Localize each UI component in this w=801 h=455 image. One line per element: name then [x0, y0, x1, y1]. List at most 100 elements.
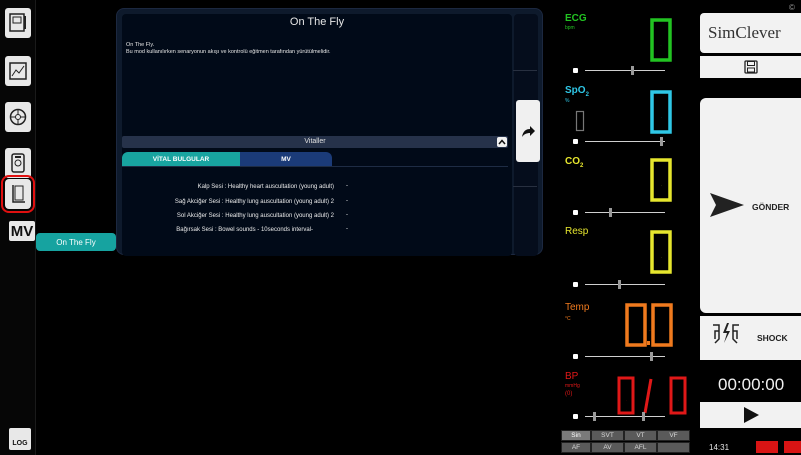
vitals-section-header[interactable]: Vitaller [122, 136, 508, 148]
finding-row: Bağırsak Sesi : Bowel sounds - 10seconds… [110, 226, 313, 234]
bp-value-display: 0 / 0 [617, 376, 687, 415]
finding-value: - [346, 212, 348, 218]
send-label: GÖNDER [752, 202, 790, 212]
left-sidebar: MV LOG [0, 0, 36, 455]
ecg-slider-thumb[interactable] [631, 66, 634, 75]
chart-scene-icon [9, 62, 27, 80]
temp-value: 0,0 [649, 330, 651, 332]
log-button[interactable]: LOG [9, 428, 31, 450]
ecg-value-display: 0 [650, 18, 672, 62]
spo2-value-display: 0 [650, 90, 672, 134]
finding-row: Sağ Akciğer Sesi : Healthy lung ausculta… [110, 198, 334, 206]
finding-label: Sol Akciğer Sesi : Healthy lung ausculta… [176, 213, 334, 219]
co2-value: 0 [661, 185, 662, 187]
floppy-save-icon [743, 60, 758, 74]
patient-monitor-button[interactable] [5, 8, 31, 38]
bp-mean: (0) [565, 391, 573, 397]
temp-label: Temp [565, 302, 590, 313]
play-icon [743, 407, 759, 423]
tablet-icon [12, 185, 25, 203]
resp-slider-thumb[interactable] [618, 280, 621, 289]
rhythm-vf[interactable]: VF [657, 430, 690, 441]
bp-unit: mmHg [565, 383, 580, 389]
alarm-indicator[interactable] [756, 441, 778, 453]
bp-diastolic-value: 0 [678, 400, 679, 402]
copyright-mark: © [789, 3, 795, 12]
co2-slider-min [573, 210, 578, 215]
play-button[interactable] [700, 402, 801, 428]
finding-value: - [346, 183, 348, 189]
temp-unit: °C [565, 316, 571, 322]
wheel-icon [9, 108, 27, 126]
co2-label: CO2 [565, 156, 584, 169]
mode-tab-on-the-fly[interactable]: On The Fly [36, 233, 116, 251]
ecg-unit: bpm [565, 25, 575, 31]
co2-slider-thumb[interactable] [609, 208, 612, 217]
temp-slider-min [573, 354, 578, 359]
resp-slider-min [573, 282, 578, 287]
forward-button[interactable] [516, 100, 540, 162]
tab-underline [122, 166, 508, 167]
settings-wheel-button[interactable] [5, 102, 31, 132]
device-button[interactable] [5, 148, 31, 178]
ecg-slider-track[interactable] [585, 70, 665, 71]
tab-mv[interactable]: MV [240, 152, 332, 166]
chevron-up-icon [498, 139, 506, 145]
co2-slider-track[interactable] [585, 212, 665, 213]
collapse-toggle[interactable] [497, 137, 507, 147]
spo2-secondary-display [575, 110, 585, 132]
bp-slider-track[interactable] [585, 416, 665, 417]
spo2-slider-thumb[interactable] [660, 137, 663, 146]
description-line-2: Bu mod kullanılırken senaryonun akışı ve… [126, 49, 331, 55]
finding-label: Sağ Akciğer Sesi : Healthy lung ausculta… [174, 199, 334, 205]
spo2-unit: % [565, 98, 570, 104]
rhythm-vt[interactable]: VT [624, 430, 657, 441]
ecg-slider-min [573, 68, 578, 73]
send-arrow-icon [710, 193, 744, 217]
spo2-slider-track[interactable] [585, 141, 665, 142]
co2-value-display: 0 [650, 158, 672, 202]
bp-slider-thumb-diastolic[interactable] [642, 412, 645, 421]
rhythm-sin[interactable]: Sin [561, 430, 591, 441]
panel-title: On The Fly [289, 16, 345, 28]
rhythm-af[interactable]: AF [561, 442, 591, 453]
device-icon [11, 153, 25, 173]
temp-slider-thumb[interactable] [650, 352, 653, 361]
defibrillator-icon [713, 323, 739, 344]
finding-value: - [346, 226, 348, 232]
scenario-editor-button[interactable] [5, 56, 31, 86]
clock-time: 14:31 [709, 443, 730, 452]
finding-label: Kalp Sesi : Healthy heart auscultation (… [197, 184, 334, 190]
shock-label: SHOCK [757, 333, 788, 343]
save-button[interactable] [700, 56, 801, 78]
resp-value-display: 0 [650, 230, 672, 274]
strip-divider [513, 70, 537, 71]
ecg-value: 0 [661, 45, 662, 47]
tab-vital-findings[interactable]: VİTAL BULGULAR [122, 152, 240, 166]
temp-value-display: 0,0 [625, 303, 673, 347]
mv-button[interactable]: MV [9, 221, 35, 241]
spo2-value: 0 [661, 117, 662, 119]
rhythm-av[interactable]: AV [591, 442, 624, 453]
spo2-slider-min [573, 139, 578, 144]
panel-description: On The Fly. Bu mod kullanılırken senaryo… [126, 42, 506, 56]
bp-slider-thumb-systolic[interactable] [593, 412, 596, 421]
description-line-1: On The Fly. [126, 42, 155, 48]
finding-label: Bağırsak Sesi : Bowel sounds - 10seconds… [176, 227, 313, 233]
rhythm-svt[interactable]: SVT [591, 430, 624, 441]
simclever-logo: SimClever [700, 13, 801, 53]
alarm-indicator-secondary[interactable] [784, 441, 801, 453]
resp-slider-track[interactable] [585, 284, 665, 285]
share-forward-icon [522, 126, 535, 137]
rhythm-empty[interactable] [657, 442, 690, 453]
temp-slider-track[interactable] [585, 356, 665, 357]
simulator-screen: MV LOG On The Fly On The Fly On The Fly.… [0, 0, 801, 455]
monitor-icon [9, 13, 26, 32]
bp-slider-min [573, 414, 578, 419]
co2-subscript: 2 [580, 163, 584, 169]
finding-row: Kalp Sesi : Healthy heart auscultation (… [122, 183, 334, 191]
finding-row: Sol Akciğer Sesi : Healthy lung ausculta… [110, 212, 334, 220]
on-the-fly-mode-button[interactable] [1, 175, 35, 213]
spo2-label: SpO2 [565, 85, 589, 98]
rhythm-afl[interactable]: AFL [624, 442, 657, 453]
